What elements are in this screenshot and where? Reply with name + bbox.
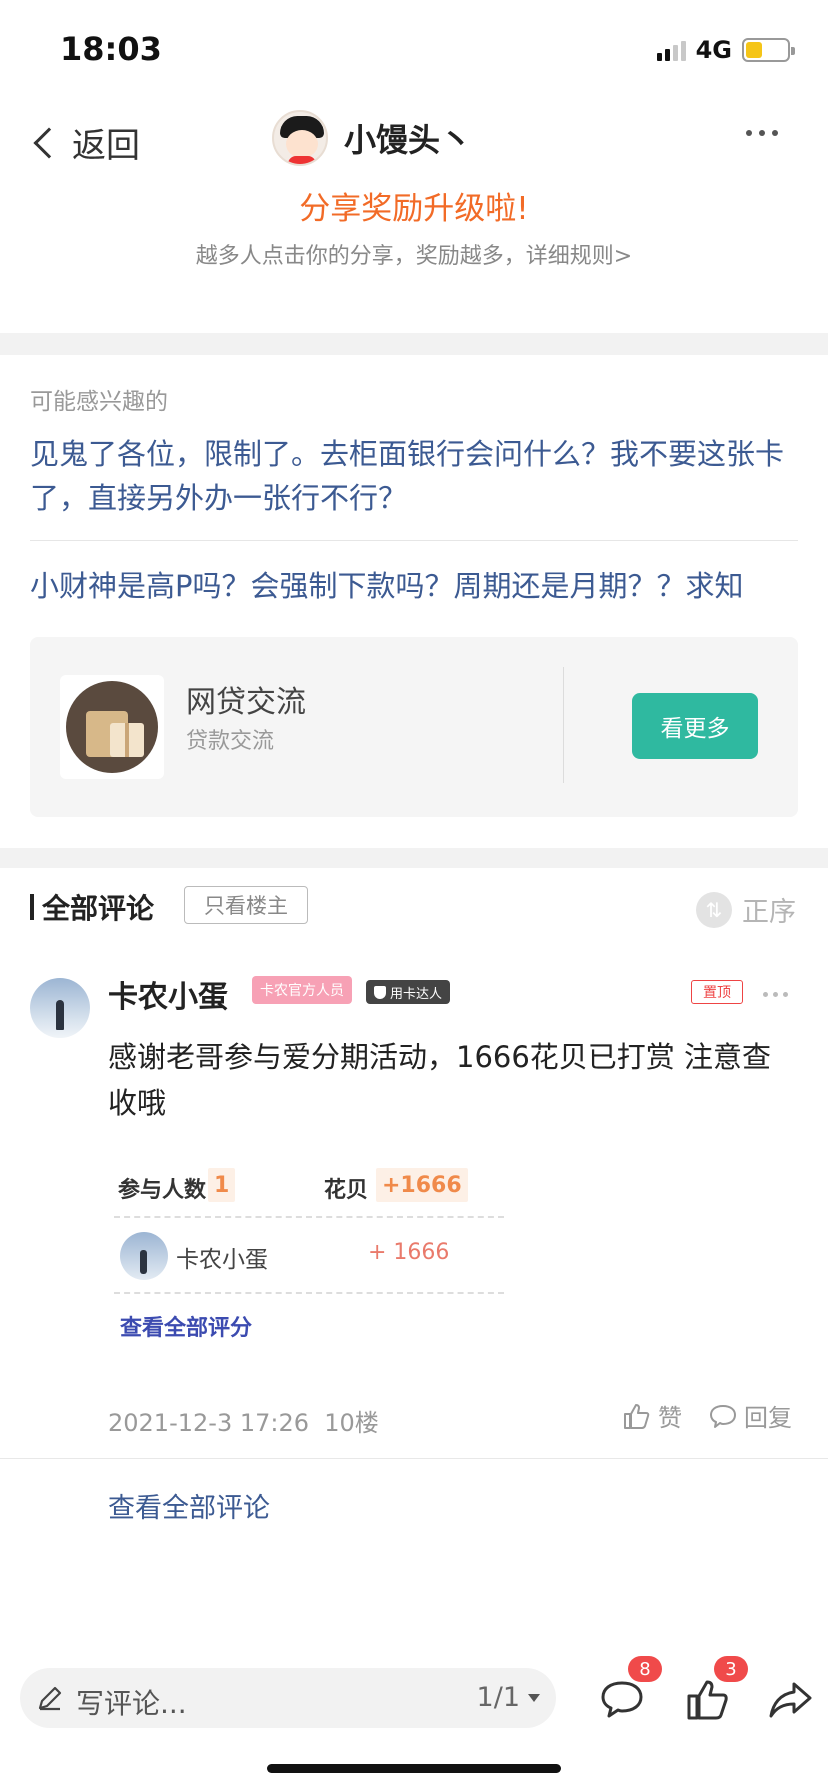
share-arrow-icon xyxy=(769,1682,812,1718)
nav-bar: 返回 小馒头丶 xyxy=(0,100,828,180)
see-more-button[interactable]: 看更多 xyxy=(632,693,758,759)
suggested-post-link[interactable]: 见鬼了各位，限制了。去柜面银行会问什么？我不要这张卡了，直接另外办一张行不行？ xyxy=(30,432,800,520)
share-reward-title: 分享奖励升级啦! xyxy=(299,191,529,227)
chat-bubble-icon xyxy=(601,1681,643,1718)
comment-datetime: 2021-12-3 17:26 xyxy=(108,1409,309,1437)
view-all-ratings-link[interactable]: 查看全部评分 xyxy=(120,1310,252,1342)
reply-label: 回复 xyxy=(744,1404,792,1432)
divider xyxy=(30,540,798,541)
huabei-label: 花贝 xyxy=(324,1178,369,1203)
forum-card[interactable]: 网贷交流 贷款交流 看更多 xyxy=(30,637,798,817)
like-button[interactable]: 赞 xyxy=(622,1398,682,1433)
section-divider xyxy=(0,333,828,355)
thumbs-up-icon xyxy=(624,1403,650,1429)
divider xyxy=(0,1458,828,1459)
divider xyxy=(114,1216,504,1218)
rater-avatar xyxy=(120,1232,168,1280)
author-avatar[interactable] xyxy=(272,110,328,166)
comment-meta: 2021-12-3 17:26 10楼 xyxy=(108,1403,379,1438)
suggested-post-link[interactable]: 小财神是高P吗？会强制下款吗？周期还是月期？？求知 xyxy=(30,563,800,605)
forum-description: 贷款交流 xyxy=(186,729,275,754)
participants-count: 1 xyxy=(208,1168,236,1202)
participants-label: 参与人数 xyxy=(118,1178,207,1203)
comments-header: 全部评论 xyxy=(30,887,154,927)
commenter-name[interactable]: 卡农小蛋 xyxy=(108,972,228,1016)
forum-name: 网贷交流 xyxy=(186,685,306,720)
like-label: 赞 xyxy=(658,1404,682,1432)
forum-icon-frame xyxy=(60,675,164,779)
divider xyxy=(563,667,564,783)
chat-bubble-icon xyxy=(710,1404,736,1428)
pencil-icon xyxy=(38,1686,62,1711)
share-rules-link[interactable]: 越多人点击你的分享，奖励越多，详细规则> xyxy=(0,238,828,270)
status-indicators: 4G xyxy=(656,36,795,64)
like-count-badge: 3 xyxy=(714,1656,748,1682)
interested-label: 可能感兴趣的 xyxy=(30,389,168,415)
signal-icon xyxy=(656,39,686,61)
rater-name: 卡农小蛋 xyxy=(176,1247,268,1273)
comment-text: 感谢老哥参与爱分期活动，1666花贝已打赏 注意查收哦 xyxy=(108,1040,772,1120)
thumbs-up-icon xyxy=(687,1680,728,1720)
expert-badge: 用卡达人 xyxy=(366,980,451,1004)
home-indicator[interactable] xyxy=(267,1764,561,1773)
comment-floor: 10楼 xyxy=(324,1409,379,1437)
more-options-button[interactable] xyxy=(746,130,778,136)
view-all-comments-link[interactable]: 查看全部评论 xyxy=(108,1486,270,1525)
back-label: 返回 xyxy=(72,126,140,166)
comment-more-button[interactable] xyxy=(763,992,788,997)
shield-icon xyxy=(374,985,386,999)
rater-amount: + 1666 xyxy=(368,1240,450,1265)
comments-title: 全部评论 xyxy=(42,892,155,925)
chevron-left-icon xyxy=(33,126,65,159)
op-only-button[interactable]: 只看楼主 xyxy=(184,886,308,924)
status-time: 18:03 xyxy=(60,30,162,68)
reward-summary-card: 参与人数 1 花贝 +1666 卡农小蛋 + 1666 查看全部评分 xyxy=(108,1152,508,1348)
share-button[interactable] xyxy=(762,1670,822,1730)
network-type: 4G xyxy=(695,36,732,64)
compose-placeholder: 写评论... xyxy=(76,1687,187,1720)
like-post-button[interactable]: 3 xyxy=(680,1656,748,1730)
expert-badge-label: 用卡达人 xyxy=(390,986,443,1002)
status-bar: 18:03 4G xyxy=(0,0,828,100)
gift-bag-icon xyxy=(66,681,158,773)
author-name[interactable]: 小馒头丶 xyxy=(344,115,472,161)
page-selector[interactable]: 1/1 xyxy=(477,1682,540,1713)
page-indicator: 1/1 xyxy=(476,1682,520,1713)
comment-count-badge: 8 xyxy=(628,1656,662,1682)
author-header[interactable]: 小馒头丶 xyxy=(272,110,472,166)
section-divider xyxy=(0,848,828,868)
sort-label: 正序 xyxy=(742,897,796,928)
huabei-total: +1666 xyxy=(376,1168,468,1202)
pinned-badge: 置顶 xyxy=(691,980,743,1004)
battery-level xyxy=(746,42,762,58)
comment-compose-input[interactable]: 写评论... 1/1 xyxy=(20,1668,556,1728)
back-button[interactable]: 返回 xyxy=(28,118,140,167)
official-badge: 卡农官方人员 xyxy=(252,976,352,1004)
comments-button[interactable]: 8 xyxy=(594,1656,662,1730)
commenter-avatar[interactable] xyxy=(30,978,90,1038)
caret-down-icon xyxy=(528,1693,540,1702)
sort-icon: ⇅ xyxy=(696,891,732,928)
battery-icon xyxy=(742,38,795,62)
reply-button[interactable]: 回复 xyxy=(708,1398,792,1433)
divider xyxy=(114,1292,504,1294)
sort-order-button[interactable]: ⇅ 正序 xyxy=(696,890,796,929)
reward-header-row: 参与人数 1 花贝 +1666 xyxy=(118,1166,508,1206)
